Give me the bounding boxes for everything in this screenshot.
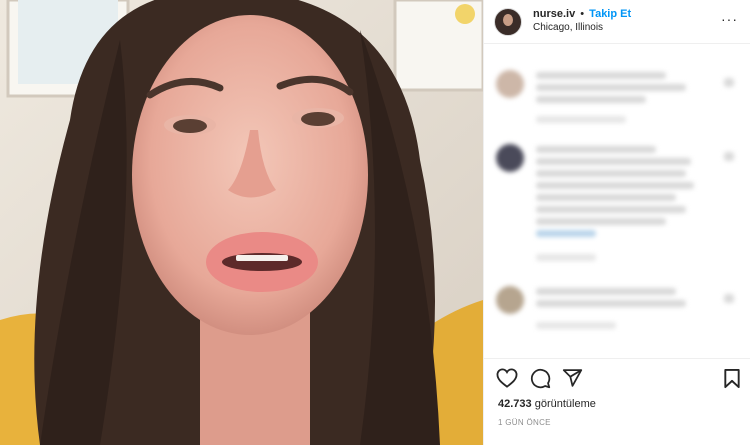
comment-avatar — [496, 144, 524, 172]
comment-avatar — [496, 70, 524, 98]
comment-text-blurred — [536, 182, 694, 189]
comment-meta-blurred — [536, 254, 596, 261]
action-bar — [484, 358, 750, 398]
instagram-post: nurse.iv • Takip Et Chicago, Illinois ··… — [0, 0, 750, 445]
comment-meta-blurred — [536, 322, 616, 329]
comment-text-blurred — [536, 218, 666, 225]
comment-text-blurred — [536, 84, 686, 91]
view-count-number: 42.733 — [498, 398, 532, 410]
heart-icon[interactable] — [496, 368, 518, 388]
video-frame-image — [0, 0, 483, 445]
bookmark-icon[interactable] — [723, 368, 741, 389]
comment-icon[interactable] — [530, 368, 551, 389]
heart-icon[interactable] — [724, 78, 734, 87]
location-link[interactable]: Chicago, Illinois — [533, 22, 631, 35]
view-count-label: görüntüleme — [534, 398, 596, 410]
avatar[interactable] — [494, 7, 522, 36]
header-top-row: nurse.iv • Takip Et — [533, 8, 631, 22]
comment-text-blurred — [536, 72, 666, 79]
post-video[interactable] — [0, 0, 483, 445]
comment-avatar — [496, 286, 524, 314]
separator-dot: • — [580, 8, 585, 21]
heart-icon[interactable] — [724, 152, 734, 161]
comment-text-blurred — [536, 194, 676, 201]
comments-list — [484, 52, 750, 352]
comment-text-blurred — [536, 96, 646, 103]
more-icon[interactable]: ··· — [721, 12, 738, 26]
comment-text-blurred — [536, 288, 676, 295]
comment-meta-blurred — [536, 116, 626, 123]
heart-icon[interactable] — [724, 294, 734, 303]
follow-button[interactable]: Takip Et — [589, 8, 631, 20]
view-count[interactable]: 42.733 görüntüleme — [498, 398, 596, 410]
post-header: nurse.iv • Takip Et Chicago, Illinois ··… — [484, 0, 750, 44]
username-link[interactable]: nurse.iv — [533, 8, 575, 20]
post-side-panel: nurse.iv • Takip Et Chicago, Illinois ··… — [483, 0, 750, 445]
comment-text-blurred — [536, 206, 686, 213]
comment-text-blurred — [536, 230, 596, 237]
comment-text-blurred — [536, 158, 691, 165]
comment-text-blurred — [536, 146, 656, 153]
post-timestamp[interactable]: 1 GÜN ÖNCE — [498, 418, 551, 427]
comment-text-blurred — [536, 300, 686, 307]
header-text: nurse.iv • Takip Et Chicago, Illinois — [533, 8, 631, 34]
share-icon[interactable] — [562, 368, 583, 388]
comment-text-blurred — [536, 170, 686, 177]
